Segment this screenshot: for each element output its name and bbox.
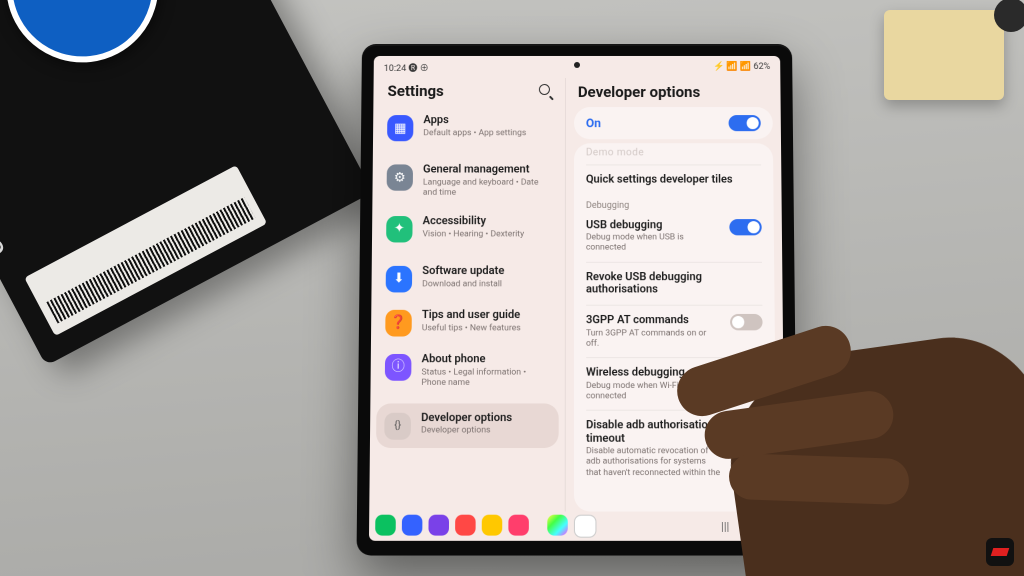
settings-master-pane: Settings ▦ Apps Default apps • App setti… [369, 78, 566, 512]
app-dock [375, 515, 713, 538]
nav-recents-button[interactable]: ||| [721, 519, 729, 533]
settings-header: Settings [373, 78, 564, 106]
channel-watermark-icon [986, 538, 1014, 566]
item-title: Software update [422, 265, 550, 278]
accessibility-icon: ✦ [386, 216, 412, 242]
dock-app-store-icon[interactable] [455, 515, 476, 536]
dock-app-phone-icon[interactable] [375, 515, 396, 536]
tips-icon: ❓ [385, 310, 412, 337]
section-label-debugging: Debugging [574, 194, 774, 210]
row-disable-adb-timeout[interactable]: Disable adb authorisation timeout Disabl… [574, 411, 777, 487]
settings-title: Settings [387, 82, 443, 100]
tablet-device: 10:24 🅡 ⊕ ⚡ 📶 📶 62% Settings ▦ Apps [357, 44, 798, 556]
row-usb-debugging[interactable]: USB debugging Debug mode when USB is con… [574, 211, 774, 262]
item-subtitle: Language and keyboard • Date and time [423, 177, 551, 199]
nav-home-button[interactable]: ○ [744, 519, 751, 533]
master-toggle-switch[interactable] [729, 115, 761, 131]
dock-app-youtube-icon[interactable] [574, 515, 597, 538]
usb-debugging-toggle[interactable] [729, 219, 761, 235]
item-subtitle: Download and install [422, 279, 550, 290]
item-subtitle: Default apps • App settings [423, 128, 550, 139]
3gpp-toggle[interactable] [730, 314, 763, 330]
row-demo-mode-cutoff[interactable]: Demo mode [574, 143, 773, 164]
item-title: General management [423, 163, 551, 176]
wooden-clamp [864, 0, 1024, 120]
settings-item-apps[interactable]: ▦ Apps Default apps • App settings [379, 106, 559, 149]
settings-item-tips[interactable]: ❓ Tips and user guide Useful tips • New … [377, 301, 559, 345]
developer-options-title: Developer options [578, 83, 700, 101]
item-title: Apps [423, 114, 550, 127]
developer-options-list[interactable]: Demo mode Quick settings developer tiles… [574, 143, 777, 511]
row-3gpp-at-commands[interactable]: 3GPP AT commands Turn 3GPP AT commands o… [574, 306, 775, 357]
settings-list[interactable]: ▦ Apps Default apps • App settings ⚙ Gen… [369, 106, 565, 512]
item-subtitle: Status • Legal information • Phone name [421, 367, 550, 389]
settings-item-about-phone[interactable]: ⓘ About phone Status • Legal information… [377, 345, 559, 397]
row-revoke-usb-auth[interactable]: Revoke USB debugging authorisations [574, 262, 775, 304]
item-title: Developer options [421, 412, 550, 425]
nav-back-button[interactable]: < [765, 519, 771, 533]
settings-item-developer-options[interactable]: {} Developer options Developer options [376, 403, 558, 448]
about-phone-icon: ⓘ [385, 354, 412, 381]
dock-app-chat-icon[interactable] [402, 515, 423, 536]
dock-app-browser-icon[interactable] [428, 515, 449, 536]
navigation-bar: ||| ○ < [369, 512, 785, 541]
status-left-icons: 🅡 ⊕ [408, 63, 428, 73]
developer-options-header: Developer options [566, 78, 781, 107]
box-round-badge [0, 0, 185, 89]
master-toggle-label: On [586, 116, 601, 130]
tablet-screen: 10:24 🅡 ⊕ ⚡ 📶 📶 62% Settings ▦ Apps [369, 56, 785, 541]
camera-cutout-icon [574, 62, 580, 68]
row-wireless-debugging[interactable]: Wireless debugging Debug mode when Wi‑Fi… [574, 358, 776, 410]
general-management-icon: ⚙ [387, 164, 413, 190]
settings-item-general-management[interactable]: ⚙ General management Language and keyboa… [378, 155, 558, 206]
item-subtitle: Useful tips • New features [422, 323, 551, 334]
master-toggle-card[interactable]: On [574, 107, 773, 139]
row-quick-settings-tiles[interactable]: Quick settings developer tiles [574, 165, 774, 194]
item-title: Accessibility [423, 215, 551, 228]
settings-item-software-update[interactable]: ⬇ Software update Download and install [377, 257, 558, 301]
dock-app-play-icon[interactable] [547, 515, 568, 536]
apps-icon: ▦ [387, 115, 413, 141]
developer-options-pane: Developer options On Demo mode Quick set… [566, 78, 785, 512]
software-update-icon: ⬇ [386, 266, 413, 293]
developer-options-icon: {} [384, 413, 411, 440]
status-time: 10:24 [384, 63, 407, 73]
item-subtitle: Developer options [421, 426, 550, 437]
dock-app-gallery-icon[interactable] [482, 515, 503, 536]
system-nav: ||| ○ < [713, 519, 779, 533]
item-title: Tips and user guide [422, 309, 551, 322]
dock-app-camera-icon[interactable] [508, 515, 529, 536]
box-product-name: Galaxy Z Fold6 [0, 114, 11, 261]
status-right-icons: ⚡ 📶 📶 62% [713, 62, 770, 72]
item-subtitle: Vision • Hearing • Dexterity [423, 229, 551, 240]
status-bar: 10:24 🅡 ⊕ ⚡ 📶 📶 62% [374, 56, 781, 78]
settings-item-accessibility[interactable]: ✦ Accessibility Vision • Hearing • Dexte… [378, 207, 559, 251]
search-icon[interactable] [539, 84, 553, 98]
wireless-debugging-toggle[interactable] [730, 366, 763, 382]
item-title: About phone [422, 353, 551, 366]
adb-timeout-toggle[interactable] [731, 419, 764, 436]
